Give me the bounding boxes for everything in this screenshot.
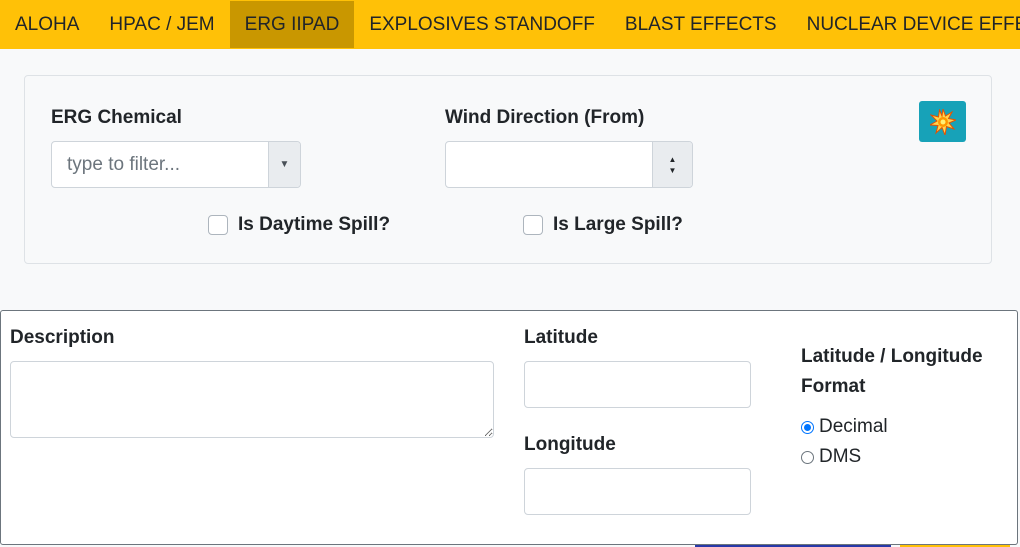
dms-radio-dot[interactable] [801, 450, 814, 464]
explosion-icon [929, 108, 956, 135]
format-radio-decimal[interactable]: Decimal [801, 416, 888, 438]
wind-direction-input[interactable] [446, 142, 652, 187]
tab-erg-iipad[interactable]: ERG IIPAD [229, 1, 355, 48]
large-spill-checkbox[interactable]: Is Large Spill? [523, 214, 683, 236]
chevron-down-icon[interactable]: ▼ [268, 142, 300, 187]
coordinate-format-label: Latitude / Longitude Format [801, 346, 983, 397]
location-panel: Description Latitude Longitude Latitude … [0, 310, 1018, 545]
erg-chemical-select[interactable]: ▼ [51, 141, 301, 188]
erg-chemical-label: ERG Chemical [51, 107, 182, 128]
daytime-spill-box[interactable] [208, 215, 228, 235]
tab-aloha[interactable]: ALOHA [0, 1, 94, 48]
large-spill-box[interactable] [523, 215, 543, 235]
dms-radio-label: DMS [819, 446, 862, 467]
tab-nuclear-device-effects[interactable]: NUCLEAR DEVICE EFFECTS [792, 1, 1020, 48]
daytime-spill-checkbox[interactable]: Is Daytime Spill? [208, 214, 390, 236]
large-spill-label: Is Large Spill? [553, 214, 683, 235]
longitude-label: Longitude [524, 434, 616, 455]
spinner-up-icon[interactable]: ▲ [669, 154, 677, 165]
tab-bar: ALOHA HPAC / JEM ERG IIPAD EXPLOSIVES ST… [0, 0, 1020, 49]
tab-blast-effects[interactable]: BLAST EFFECTS [610, 1, 792, 48]
erg-options-card: ERG Chemical ▼ Wind Direction (From) ▲ ▼… [24, 75, 992, 264]
description-label: Description [10, 327, 115, 348]
latitude-input[interactable] [524, 361, 751, 408]
decimal-radio-dot[interactable] [801, 420, 814, 434]
daytime-spill-label: Is Daytime Spill? [238, 214, 391, 235]
spinner-down-icon[interactable]: ▼ [669, 165, 677, 176]
latitude-label: Latitude [524, 327, 598, 348]
erg-chemical-filter-input[interactable] [52, 142, 268, 187]
wind-direction-field[interactable]: ▲ ▼ [445, 141, 693, 188]
calculate-button[interactable] [919, 101, 966, 142]
wind-direction-label: Wind Direction (From) [445, 107, 645, 128]
format-radio-dms[interactable]: DMS [801, 446, 861, 468]
longitude-input[interactable] [524, 468, 751, 515]
decimal-radio-label: Decimal [819, 416, 888, 437]
tab-hpac-jem[interactable]: HPAC / JEM [94, 1, 229, 48]
spinner-arrows-icon[interactable]: ▲ ▼ [652, 142, 692, 187]
tab-explosives-standoff[interactable]: EXPLOSIVES STANDOFF [354, 1, 610, 48]
description-textarea[interactable] [10, 361, 494, 438]
